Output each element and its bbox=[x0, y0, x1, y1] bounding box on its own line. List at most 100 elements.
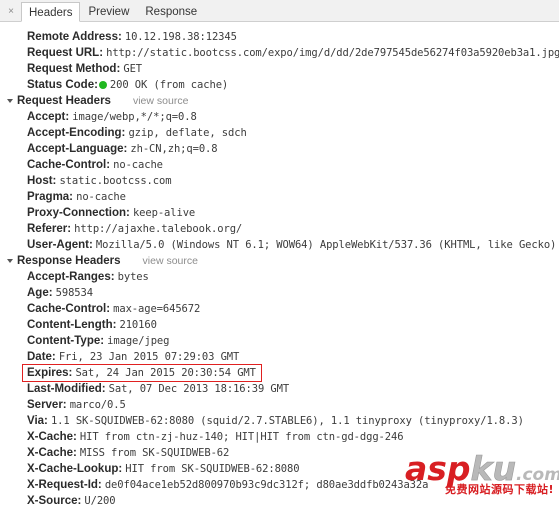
header-name: Via: bbox=[27, 415, 48, 427]
header-value: Sat, 24 Jan 2015 20:30:54 GMT bbox=[75, 367, 256, 379]
header-name: Remote Address: bbox=[27, 31, 122, 43]
response-header-row: Expires: Sat, 24 Jan 2015 20:30:54 GMT bbox=[0, 365, 559, 381]
general-section: Remote Address: 10.12.198.38:12345 Reques… bbox=[0, 29, 559, 93]
response-header-row: X-Request-Id: de0f04ace1eb52d800970b93c9… bbox=[0, 477, 559, 493]
request-headers-section-title[interactable]: Request Headers view source bbox=[0, 93, 559, 109]
header-value: de0f04ace1eb52d800970b93c9dc312f; d80ae3… bbox=[104, 479, 429, 491]
header-value: Fri, 23 Jan 2015 07:29:03 GMT bbox=[58, 351, 240, 363]
header-value: bytes bbox=[117, 271, 149, 283]
chevron-down-icon[interactable] bbox=[7, 99, 13, 103]
header-name: User-Agent: bbox=[27, 239, 93, 251]
headers-panel: Remote Address: 10.12.198.38:12345 Reques… bbox=[0, 22, 559, 509]
request-header-row: Accept-Encoding: gzip, deflate, sdch bbox=[0, 125, 559, 141]
status-code-value: 200 OK (from cache) bbox=[109, 79, 229, 91]
request-headers-view-source-link[interactable]: view source bbox=[133, 93, 188, 109]
header-name: Proxy-Connection: bbox=[27, 207, 130, 219]
header-name: Accept-Encoding: bbox=[27, 127, 126, 139]
header-value: GET bbox=[123, 63, 143, 75]
header-name: Accept: bbox=[27, 111, 70, 123]
header-name: Cache-Control: bbox=[27, 159, 111, 171]
request-header-row: Host: static.bootcss.com bbox=[0, 173, 559, 189]
request-header-row: Pragma: no-cache bbox=[0, 189, 559, 205]
response-header-row: Content-Type: image/jpeg bbox=[0, 333, 559, 349]
response-header-row: Content-Length: 210160 bbox=[0, 317, 559, 333]
status-ok-icon bbox=[98, 81, 107, 89]
header-value: image/jpeg bbox=[107, 335, 170, 347]
request-header-row: Accept-Language: zh-CN,zh;q=0.8 bbox=[0, 141, 559, 157]
request-header-row: Cache-Control: no-cache bbox=[0, 157, 559, 173]
header-value: keep-alive bbox=[132, 207, 196, 219]
header-value: 1.1 SK-SQUIDWEB-62:8080 (squid/2.7.STABL… bbox=[50, 415, 524, 427]
request-header-row: Referer: http://ajaxhe.talebook.org/ bbox=[0, 221, 559, 237]
tab-response[interactable]: Response bbox=[137, 1, 205, 21]
response-header-row: Age: 598534 bbox=[0, 285, 559, 301]
request-headers-label: Request Headers bbox=[17, 95, 111, 107]
header-name: X-Cache-Lookup: bbox=[27, 463, 123, 475]
header-value: static.bootcss.com bbox=[59, 175, 172, 187]
header-name: Last-Modified: bbox=[27, 383, 106, 395]
header-name: Host: bbox=[27, 175, 57, 187]
response-headers-view-source-link[interactable]: view source bbox=[143, 253, 198, 269]
header-name: X-Request-Id: bbox=[27, 479, 102, 491]
tab-list: Headers Preview Response bbox=[21, 1, 205, 22]
header-value: Sat, 07 Dec 2013 18:16:39 GMT bbox=[108, 383, 290, 395]
header-name: Pragma: bbox=[27, 191, 74, 203]
request-header-row: User-Agent: Mozilla/5.0 (Windows NT 6.1;… bbox=[0, 237, 559, 253]
header-value: 210160 bbox=[119, 319, 157, 331]
response-header-row: X-Cache: MISS from SK-SQUIDWEB-62 bbox=[0, 445, 559, 461]
request-header-row: Proxy-Connection: keep-alive bbox=[0, 205, 559, 221]
response-header-row: Last-Modified: Sat, 07 Dec 2013 18:16:39… bbox=[0, 381, 559, 397]
header-name: Cache-Control: bbox=[27, 303, 111, 315]
close-icon[interactable]: × bbox=[4, 3, 18, 21]
response-headers-section-title[interactable]: Response Headers view source bbox=[0, 253, 559, 269]
header-value: gzip, deflate, sdch bbox=[128, 127, 247, 139]
header-value: zh-CN,zh;q=0.8 bbox=[130, 143, 218, 155]
header-name: Request URL: bbox=[27, 47, 104, 59]
general-row: Request URL: http://static.bootcss.com/e… bbox=[0, 45, 559, 61]
header-name: X-Cache: bbox=[27, 447, 77, 459]
response-header-row: Via: 1.1 SK-SQUIDWEB-62:8080 (squid/2.7.… bbox=[0, 413, 559, 429]
general-row: Remote Address: 10.12.198.38:12345 bbox=[0, 29, 559, 45]
header-name: X-Cache: bbox=[27, 431, 77, 443]
header-value: no-cache bbox=[113, 159, 163, 171]
header-name: Age: bbox=[27, 287, 53, 299]
header-value: U/200 bbox=[84, 495, 116, 507]
header-name: Date: bbox=[27, 351, 56, 363]
header-name: Accept-Ranges: bbox=[27, 271, 115, 283]
tab-preview[interactable]: Preview bbox=[80, 1, 137, 21]
response-header-row: X-Cache: HIT from ctn-zj-huz-140; HIT|HI… bbox=[0, 429, 559, 445]
response-header-row: X-Source: U/200 bbox=[0, 493, 559, 509]
response-header-row: Accept-Ranges: bytes bbox=[0, 269, 559, 285]
header-value: http://ajaxhe.talebook.org/ bbox=[74, 223, 243, 235]
header-value: http://static.bootcss.com/expo/img/d/dd/… bbox=[106, 47, 559, 59]
header-value: image/webp,*/*;q=0.8 bbox=[72, 111, 197, 123]
response-header-row: Server: marco/0.5 bbox=[0, 397, 559, 413]
general-row: Request Method: GET bbox=[0, 61, 559, 77]
tab-headers[interactable]: Headers bbox=[21, 2, 81, 22]
header-name: Expires: bbox=[27, 367, 73, 379]
header-name: Content-Length: bbox=[27, 319, 117, 331]
response-header-row: Date: Fri, 23 Jan 2015 07:29:03 GMT bbox=[0, 349, 559, 365]
request-header-row: Accept: image/webp,*/*;q=0.8 bbox=[0, 109, 559, 125]
status-code-row: Status Code: 200 OK (from cache) bbox=[0, 77, 559, 93]
header-name: Request Method: bbox=[27, 63, 121, 75]
header-value: 598534 bbox=[55, 287, 93, 299]
header-name: Accept-Language: bbox=[27, 143, 128, 155]
header-name: Status Code: bbox=[27, 79, 98, 91]
header-value: 10.12.198.38:12345 bbox=[124, 31, 237, 43]
chevron-down-icon[interactable] bbox=[7, 259, 13, 263]
response-header-row: X-Cache-Lookup: HIT from SK-SQUIDWEB-62:… bbox=[0, 461, 559, 477]
header-name: X-Source: bbox=[27, 495, 82, 507]
header-value: marco/0.5 bbox=[69, 399, 126, 411]
header-name: Content-Type: bbox=[27, 335, 105, 347]
header-value: HIT from SK-SQUIDWEB-62:8080 bbox=[125, 463, 300, 475]
header-name: Server: bbox=[27, 399, 67, 411]
header-value: no-cache bbox=[76, 191, 126, 203]
header-value: MISS from SK-SQUIDWEB-62 bbox=[79, 447, 230, 459]
header-value: max-age=645672 bbox=[113, 303, 201, 315]
request-headers-list: Accept: image/webp,*/*;q=0.8 Accept-Encod… bbox=[0, 109, 559, 253]
header-value: Mozilla/5.0 (Windows NT 6.1; WOW64) Appl… bbox=[95, 239, 559, 251]
header-name: Referer: bbox=[27, 223, 72, 235]
header-value: HIT from ctn-zj-huz-140; HIT|HIT from ct… bbox=[79, 431, 404, 443]
tab-bar: × Headers Preview Response bbox=[0, 0, 559, 22]
